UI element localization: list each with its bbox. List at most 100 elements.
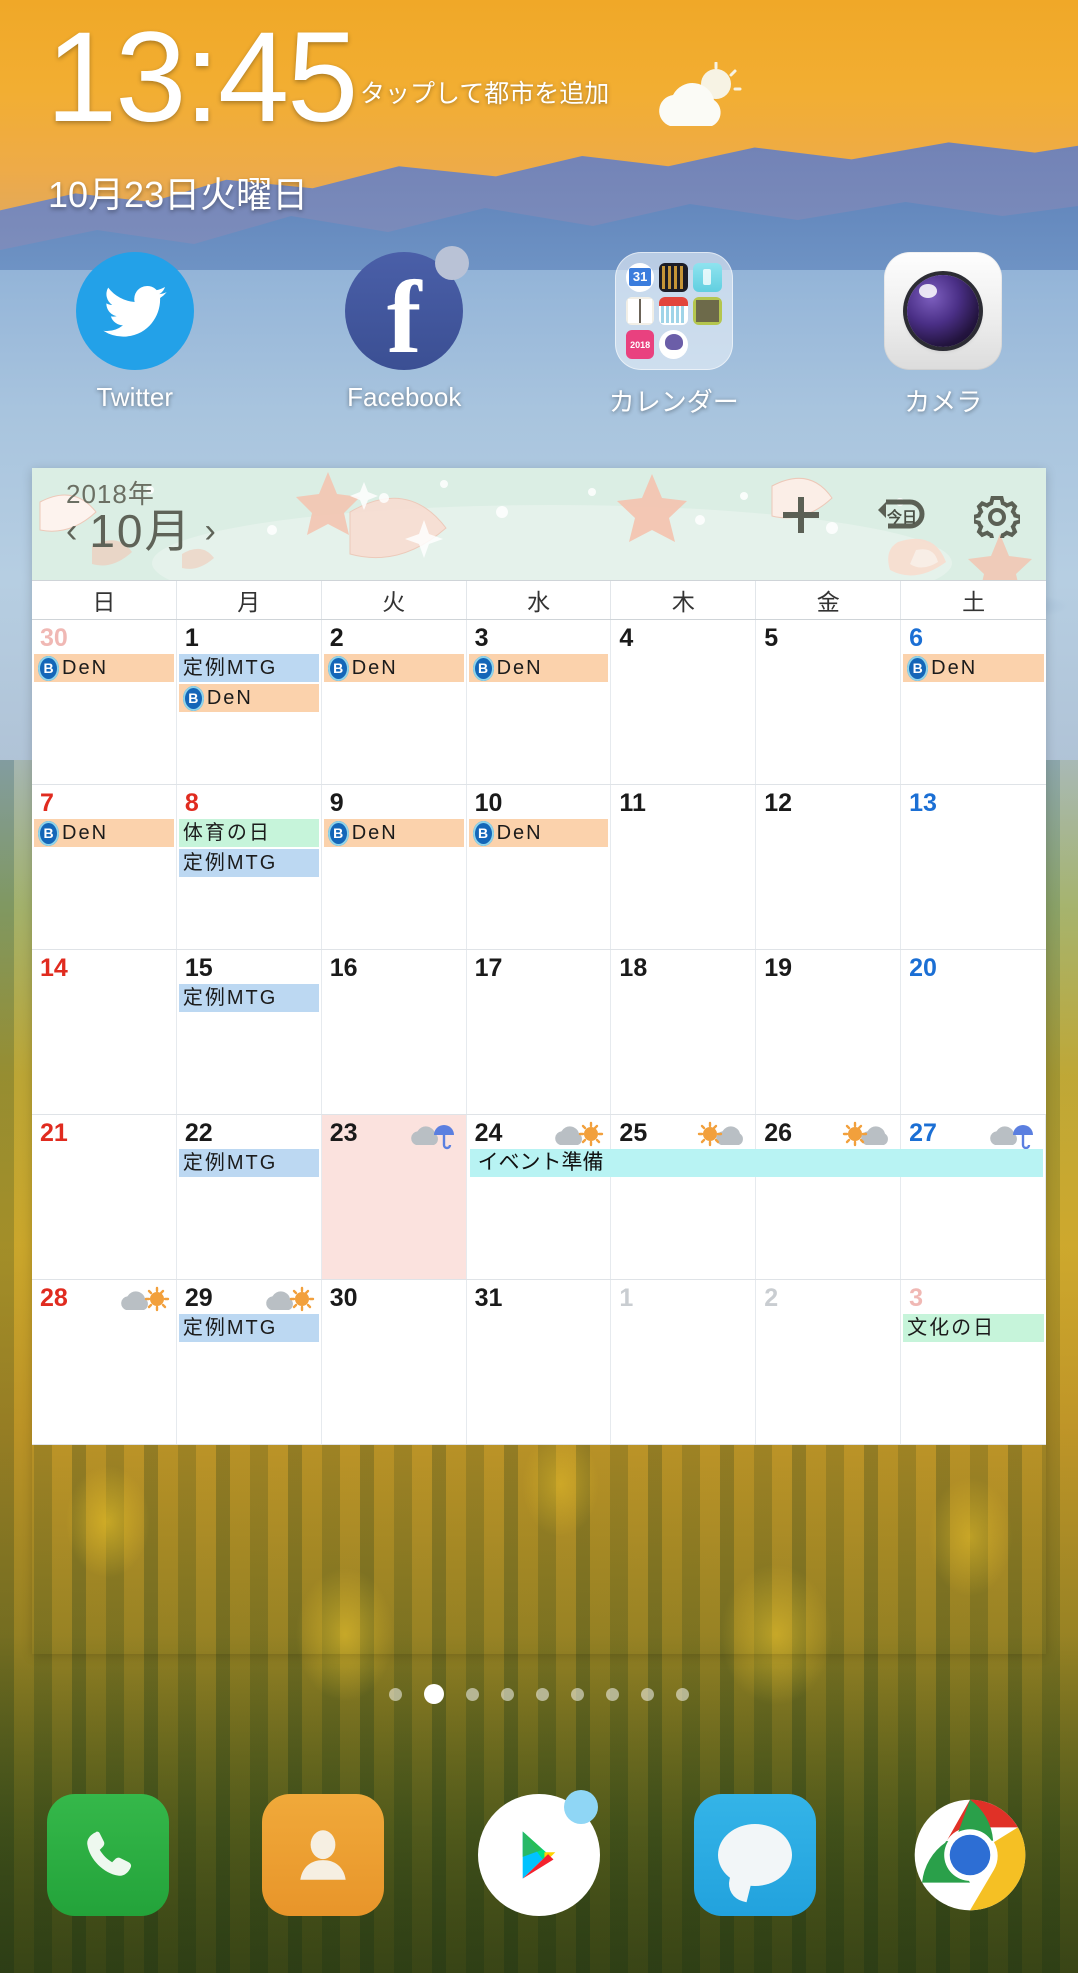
dock-contacts[interactable]: [216, 1760, 432, 1950]
page-dot[interactable]: [466, 1687, 479, 1701]
prev-month-button[interactable]: ‹: [66, 512, 77, 551]
next-month-button[interactable]: ›: [205, 512, 216, 551]
event-title: DeN: [351, 822, 398, 844]
page-dot[interactable]: [389, 1687, 402, 1701]
calendar-widget[interactable]: 2018年 ‹ 10月 › 今日 日 月 火 水 木 金 土 30 B DeN …: [32, 468, 1046, 1654]
calendar-event[interactable]: 定例MTG: [178, 1149, 319, 1177]
calendar-event[interactable]: B DeN: [323, 819, 464, 847]
weather-add-city-hint[interactable]: タップして都市を追加: [360, 78, 620, 111]
event-title: DeN: [62, 657, 109, 679]
calendar-event[interactable]: 文化の日: [903, 1314, 1044, 1342]
calendar-day-cell[interactable]: 7 B DeN: [32, 785, 177, 949]
calendar-day-cell[interactable]: 10 B DeN: [467, 785, 612, 949]
page-dot[interactable]: [641, 1687, 654, 1701]
calendar-day-cell[interactable]: 30 B DeN: [32, 620, 177, 784]
dock-phone[interactable]: [0, 1760, 216, 1950]
mini-planner-book-icon: [625, 296, 655, 326]
calendar-day-cell[interactable]: 1: [611, 1280, 757, 1444]
calendar-day-cell[interactable]: 2 B DeN: [322, 620, 467, 784]
calendar-day-number: 5: [764, 624, 779, 652]
facebook-icon[interactable]: f: [345, 246, 470, 370]
calendar-day-cell[interactable]: 16: [322, 950, 467, 1114]
calendar-day-cell[interactable]: 14: [32, 950, 177, 1114]
weekday-tue: 火: [322, 581, 467, 619]
page-dot[interactable]: [606, 1687, 619, 1701]
calendar-day-cell[interactable]: 18: [611, 950, 757, 1114]
calendar-day-cell[interactable]: 12: [756, 785, 902, 949]
dock-messages[interactable]: [647, 1760, 863, 1950]
calendar-day-cell[interactable]: 25: [611, 1115, 757, 1279]
calendar-day-cell[interactable]: 6 B DeN: [901, 620, 1046, 784]
calendar-day-number: 1: [184, 624, 199, 652]
gear-icon[interactable]: [971, 492, 1023, 543]
calendar-day-cell[interactable]: 9 B DeN: [322, 785, 467, 949]
calendar-day-cell[interactable]: 21: [32, 1115, 177, 1279]
calendar-event[interactable]: 体育の日: [178, 819, 319, 847]
calendar-day-number: 30: [40, 624, 68, 652]
calendar-event[interactable]: B DeN: [178, 684, 319, 712]
calendar-day-cell[interactable]: 15 定例MTG: [177, 950, 322, 1114]
calendar-day-cell[interactable]: 3 文化の日: [901, 1280, 1046, 1444]
calendar-event[interactable]: B DeN: [468, 654, 609, 682]
calendar-week-row: 7 B DeN 8 体育の日 定例MTG 9 B DeN 10 B DeN 11 12 13: [32, 785, 1046, 950]
calendar-event[interactable]: 定例MTG: [178, 984, 319, 1012]
calendar-day-cell[interactable]: 29 定例MTG: [177, 1280, 322, 1444]
calendar-day-cell[interactable]: 20: [901, 950, 1046, 1114]
message-bubble-icon[interactable]: [693, 1794, 816, 1916]
page-dot[interactable]: [676, 1687, 689, 1701]
dock-chrome[interactable]: [862, 1760, 1078, 1950]
calendar-day-cell[interactable]: 28: [32, 1280, 177, 1444]
app-camera[interactable]: カメラ: [809, 252, 1078, 432]
calendar-day-events: B DeN: [32, 819, 176, 847]
calendar-day-number: 23: [329, 1119, 358, 1147]
today-button[interactable]: 今日: [876, 492, 925, 538]
calendar-week-row: 14 15 定例MTG 16 17 18 19 20: [32, 950, 1046, 1115]
calendar-day-cell[interactable]: 26: [756, 1115, 902, 1279]
calendar-event[interactable]: 定例MTG: [178, 1314, 319, 1342]
calendar-day-cell[interactable]: 22 定例MTG: [177, 1115, 322, 1279]
calendar-day-cell[interactable]: 19: [756, 950, 902, 1114]
page-dot[interactable]: [501, 1687, 514, 1701]
calendar-event[interactable]: 定例MTG: [178, 654, 319, 682]
contacts-icon[interactable]: [262, 1794, 385, 1916]
play-store-badge: [563, 1790, 598, 1824]
dock-play-store[interactable]: [431, 1760, 647, 1950]
calendar-day-cell[interactable]: 24: [467, 1115, 612, 1279]
calendar-day-cell[interactable]: 3 B DeN: [467, 620, 612, 784]
page-dot-active[interactable]: [424, 1684, 444, 1704]
calendar-day-cell[interactable]: 13: [901, 785, 1046, 949]
chrome-icon[interactable]: [909, 1794, 1031, 1916]
calendar-day-cell[interactable]: 8 体育の日 定例MTG: [177, 785, 322, 949]
play-store-icon[interactable]: [477, 1790, 600, 1916]
camera-icon[interactable]: [884, 252, 1003, 370]
calendar-day-cell[interactable]: 23: [321, 1115, 467, 1279]
app-facebook[interactable]: f Facebook: [270, 246, 540, 432]
app-calendar-folder[interactable]: 31 カレンダー: [539, 252, 809, 432]
calendar-event[interactable]: B DeN: [34, 654, 174, 682]
phone-icon[interactable]: [46, 1794, 169, 1916]
calendar-day-cell[interactable]: 27: [901, 1115, 1046, 1279]
calendar-day-cell[interactable]: 1 定例MTG B DeN: [177, 620, 322, 784]
calendar-day-cell[interactable]: 11: [611, 785, 757, 949]
calendar-event[interactable]: 定例MTG: [178, 849, 319, 877]
page-dot[interactable]: [571, 1687, 584, 1701]
app-twitter[interactable]: Twitter: [0, 252, 270, 432]
calendar-folder-icon[interactable]: 31: [614, 252, 733, 370]
calendar-day-cell[interactable]: 17: [467, 950, 612, 1114]
calendar-day-cell[interactable]: 31: [467, 1280, 612, 1444]
calendar-day-cell[interactable]: 4: [611, 620, 757, 784]
calendar-event[interactable]: B DeN: [323, 654, 464, 682]
calendar-event[interactable]: B DeN: [34, 819, 174, 847]
calendar-event[interactable]: B DeN: [468, 819, 609, 847]
weather-sun-cloud-icon: [840, 1121, 894, 1151]
twitter-icon[interactable]: [75, 252, 194, 370]
calendar-day-cell[interactable]: 5: [756, 620, 902, 784]
calendar-multiday-event[interactable]: イベント準備: [469, 1149, 1043, 1177]
calendar-day-number: 17: [474, 954, 503, 982]
clock-time: 13:45: [46, 6, 358, 149]
page-dot[interactable]: [536, 1687, 549, 1701]
calendar-day-cell[interactable]: 2: [756, 1280, 902, 1444]
add-event-button[interactable]: [778, 492, 824, 538]
calendar-event[interactable]: B DeN: [903, 654, 1044, 682]
calendar-day-cell[interactable]: 30: [322, 1280, 467, 1444]
